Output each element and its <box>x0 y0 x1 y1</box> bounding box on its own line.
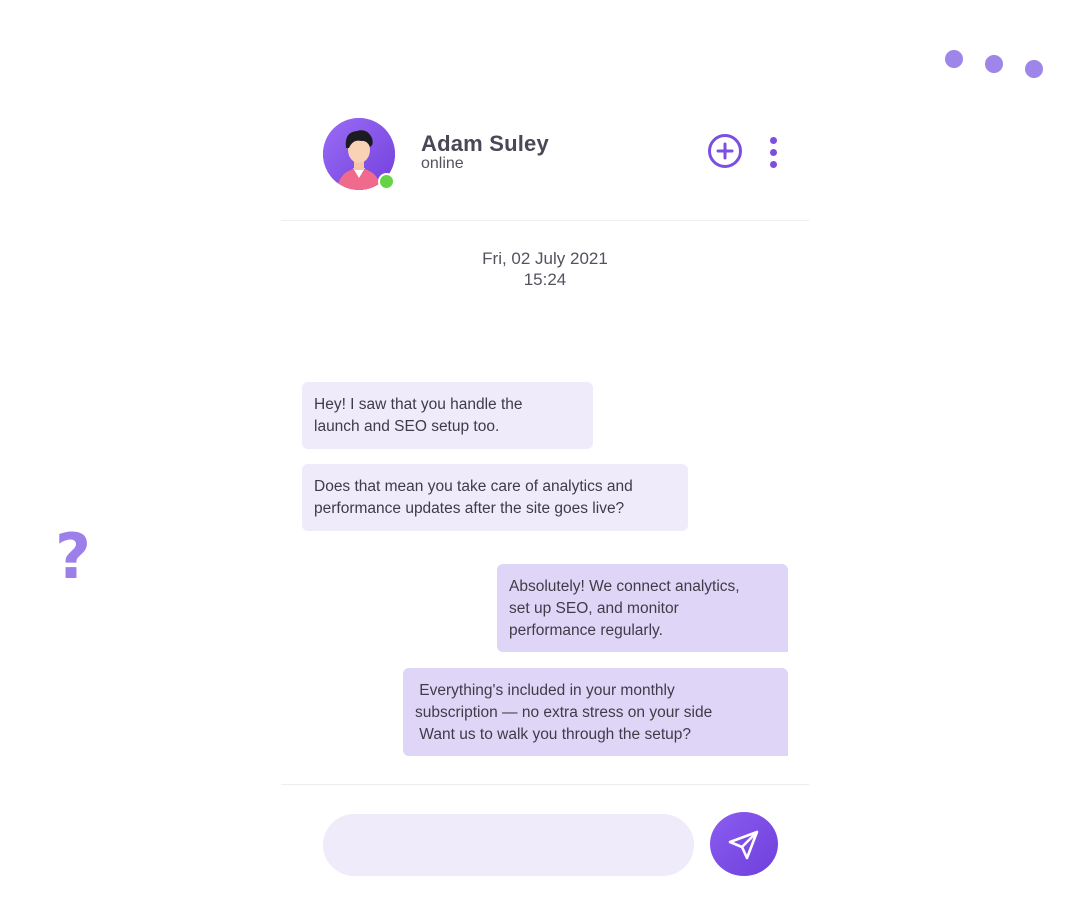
decorative-dot <box>1025 60 1043 78</box>
send-icon <box>728 830 759 860</box>
chat-header: Adam Suley online <box>281 90 809 221</box>
contact-status: online <box>421 155 464 172</box>
message-line: Hey! I saw that you handle the <box>314 396 523 413</box>
message-line: launch and SEO setup too. <box>314 418 500 435</box>
chat-window: Adam Suley online Fri, 02 July 2021 15:2… <box>281 90 809 902</box>
message-line: Does that mean you take care of analytic… <box>314 478 633 495</box>
contact-avatar[interactable] <box>323 118 395 190</box>
send-button[interactable] <box>710 812 778 876</box>
plus-circle-icon <box>716 142 734 160</box>
conversation-timestamp: Fri, 02 July 2021 15:24 <box>281 248 809 290</box>
online-status-indicator <box>378 173 395 190</box>
message-incoming: Hey! I saw that you handle the launch an… <box>302 382 593 449</box>
conversation-date: Fri, 02 July 2021 <box>482 249 608 268</box>
decorative-dot <box>985 55 1003 73</box>
message-line: subscription — no extra stress on your s… <box>415 704 713 721</box>
add-button[interactable] <box>708 134 742 168</box>
more-vertical-icon <box>770 137 777 144</box>
conversation-time: 15:24 <box>523 270 567 289</box>
menu-dot <box>770 149 777 156</box>
message-incoming: Does that mean you take care of analytic… <box>302 464 688 531</box>
composer-divider <box>281 784 809 785</box>
message-outgoing: Everything's included in your monthly su… <box>403 668 788 756</box>
message-line: Absolutely! We connect analytics, <box>509 578 740 595</box>
question-mark-icon: ? <box>55 520 91 593</box>
menu-dot <box>770 161 777 168</box>
decorative-dot <box>945 50 963 68</box>
message-line: Everything's included in your monthly <box>415 682 675 699</box>
more-options-button[interactable] <box>765 134 781 170</box>
message-line: performance regularly. <box>509 622 663 639</box>
message-input[interactable] <box>323 814 694 876</box>
message-line: performance updates after the site goes … <box>314 500 625 517</box>
message-outgoing: Absolutely! We connect analytics, set up… <box>497 564 788 652</box>
message-line: set up SEO, and monitor <box>509 600 679 617</box>
contact-name: Adam Suley <box>421 131 549 156</box>
message-line: Want us to walk you through the setup? <box>415 726 692 743</box>
